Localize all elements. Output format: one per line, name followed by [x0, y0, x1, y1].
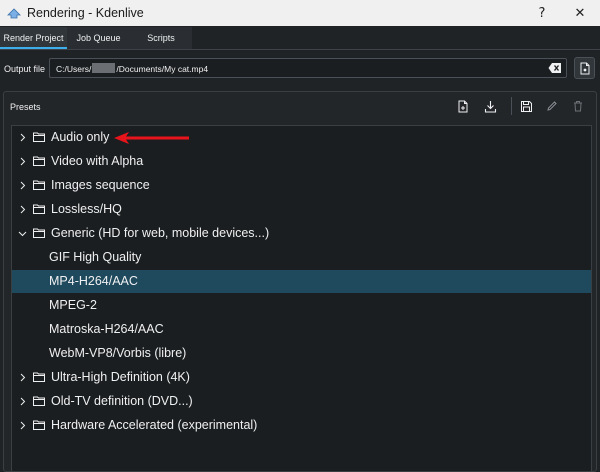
tab-render-project[interactable]: Render Project — [0, 27, 67, 49]
chevron-right-icon[interactable] — [18, 181, 27, 190]
download-icon — [484, 100, 496, 113]
tree-group-generic[interactable]: Generic (HD for web, mobile devices...) — [12, 222, 591, 245]
tree-group-ultra-high-definition[interactable]: Ultra-High Definition (4K) — [12, 366, 591, 389]
tree-item-label: MPEG-2 — [49, 298, 97, 312]
delete-icon — [574, 101, 582, 112]
tree-item-label: Video with Alpha — [51, 154, 144, 168]
edit-preset-button[interactable] — [544, 98, 560, 114]
new-preset-button[interactable] — [455, 98, 471, 114]
tree-item-label: Lossless/HQ — [51, 202, 122, 216]
presets-title: Presets — [10, 102, 41, 112]
tree-preset-mp4-h264-aac[interactable]: MP4-H264/AAC — [12, 270, 591, 293]
folder-icon — [33, 204, 45, 214]
tree-group-lossless-hq[interactable]: Lossless/HQ — [12, 198, 591, 221]
chevron-right-icon[interactable] — [18, 133, 27, 142]
chevron-right-icon[interactable] — [18, 205, 27, 214]
tree-item-label: Old-TV definition (DVD...) — [51, 394, 193, 408]
tab-bar: Render Project Job Queue Scripts — [0, 26, 600, 50]
chevron-down-icon[interactable] — [18, 229, 27, 238]
annotation-arrow-icon — [114, 132, 189, 144]
output-file-path: C:/Users//Documents/My cat.mp4 — [56, 63, 209, 74]
open-file-button[interactable] — [574, 57, 595, 79]
folder-icon — [33, 156, 45, 166]
tree-group-old-tv-definition[interactable]: Old-TV definition (DVD...) — [12, 390, 591, 413]
file-open-icon — [580, 62, 589, 74]
tree-item-label: Hardware Accelerated (experimental) — [51, 418, 258, 432]
toolbar-separator — [511, 97, 512, 115]
tree-item-label: Generic (HD for web, mobile devices...) — [51, 226, 270, 240]
tree-preset-webm-vp8-vorbis[interactable]: WebM-VP8/Vorbis (libre) — [12, 342, 591, 365]
edit-icon — [547, 101, 557, 111]
tree-item-label: Matroska-H264/AAC — [49, 322, 164, 336]
output-file-label: Output file — [4, 64, 46, 74]
chevron-right-icon[interactable] — [18, 157, 27, 166]
tree-group-video-with-alpha[interactable]: Video with Alpha — [12, 150, 591, 173]
output-file-field[interactable]: C:/Users//Documents/My cat.mp4 — [49, 58, 567, 78]
download-presets-button[interactable] — [482, 98, 498, 114]
clear-icon[interactable] — [548, 62, 562, 74]
new-preset-icon — [458, 100, 468, 112]
tree-group-images-sequence[interactable]: Images sequence — [12, 174, 591, 197]
title-bar: Rendering - Kdenlive ? ✕ — [0, 0, 600, 26]
window-title: Rendering - Kdenlive — [27, 6, 144, 20]
tab-job-queue[interactable]: Job Queue — [67, 27, 130, 49]
save-preset-button[interactable] — [518, 98, 534, 114]
chevron-right-icon[interactable] — [18, 397, 27, 406]
chevron-right-icon[interactable] — [18, 373, 27, 382]
kdenlive-app-icon — [7, 8, 21, 19]
tree-item-label: GIF High Quality — [49, 250, 142, 264]
tree-preset-gif-high-quality[interactable]: GIF High Quality — [12, 246, 591, 269]
folder-icon — [33, 372, 45, 382]
close-window-button[interactable]: ✕ — [562, 0, 598, 26]
tree-item-label: MP4-H264/AAC — [49, 274, 138, 288]
folder-open-icon — [33, 228, 45, 238]
folder-icon — [33, 180, 45, 190]
folder-icon — [33, 420, 45, 430]
tree-preset-matroska-h264-aac[interactable]: Matroska-H264/AAC — [12, 318, 591, 341]
presets-panel: Presets Audio only Video with Alpha Imag… — [3, 91, 597, 472]
tree-group-hardware-accelerated[interactable]: Hardware Accelerated (experimental) — [12, 414, 591, 437]
delete-preset-button[interactable] — [570, 98, 586, 114]
tree-item-label: Audio only — [51, 130, 110, 144]
redacted-username — [92, 63, 116, 73]
presets-tree[interactable]: Audio only Video with Alpha Images seque… — [11, 125, 592, 472]
tab-divider — [0, 49, 600, 50]
tree-item-label: WebM-VP8/Vorbis (libre) — [49, 346, 187, 360]
folder-icon — [33, 396, 45, 406]
help-button[interactable]: ? — [524, 0, 560, 26]
chevron-right-icon[interactable] — [18, 421, 27, 430]
save-preset-icon — [520, 100, 532, 112]
folder-icon — [33, 132, 45, 142]
tree-item-label: Ultra-High Definition (4K) — [51, 370, 190, 384]
tree-item-label: Images sequence — [51, 178, 150, 192]
tree-preset-mpeg-2[interactable]: MPEG-2 — [12, 294, 591, 317]
tree-group-audio-only[interactable]: Audio only — [12, 126, 591, 149]
tab-scripts[interactable]: Scripts — [130, 27, 192, 49]
